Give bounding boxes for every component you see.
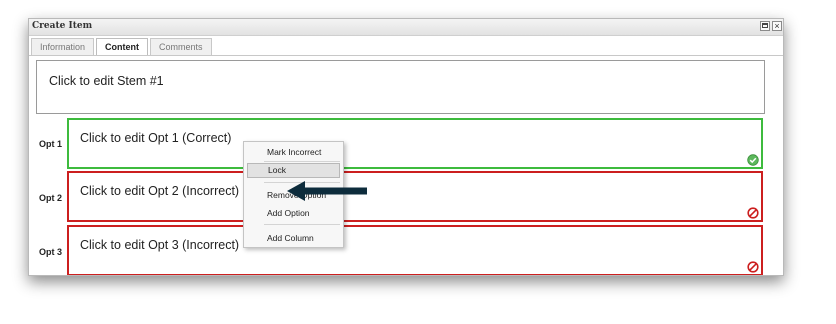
- menu-item-mark-incorrect[interactable]: Mark Incorrect: [247, 145, 340, 160]
- menu-item-lock[interactable]: Lock: [247, 163, 340, 178]
- option-editor-3[interactable]: Click to edit Opt 3 (Incorrect): [67, 225, 763, 275]
- stem-text: Click to edit Stem #1: [49, 74, 164, 88]
- option-label: Opt 1: [39, 139, 63, 149]
- option-editor-1[interactable]: Click to edit Opt 1 (Correct): [67, 118, 763, 169]
- menu-separator: [264, 161, 340, 162]
- option-text: Click to edit Opt 3 (Incorrect): [80, 238, 240, 252]
- option-text: Click to edit Opt 2 (Incorrect): [80, 184, 240, 198]
- option-text: Click to edit Opt 1 (Correct): [80, 131, 232, 145]
- menu-item-add-column[interactable]: Add Column: [247, 231, 340, 246]
- tab-content[interactable]: Content: [96, 38, 149, 56]
- tab-bar: Information Content Comments: [31, 38, 214, 56]
- option-label: Opt 3: [39, 247, 63, 257]
- maximize-icon[interactable]: [760, 21, 770, 31]
- prohibited-icon[interactable]: [747, 261, 759, 273]
- check-circle-icon[interactable]: [747, 154, 759, 166]
- dialog-title: Create Item: [32, 21, 93, 31]
- menu-item-add-option[interactable]: Add Option: [247, 206, 340, 221]
- stem-editor[interactable]: Click to edit Stem #1: [36, 60, 765, 114]
- pointer-arrow-icon: [287, 181, 367, 201]
- prohibited-icon[interactable]: [747, 207, 759, 219]
- close-icon[interactable]: ×: [772, 21, 782, 31]
- tab-divider: [29, 55, 783, 56]
- dialog-titlebar[interactable]: Create Item ×: [29, 19, 783, 36]
- menu-separator: [264, 224, 340, 225]
- option-editor-2[interactable]: Click to edit Opt 2 (Incorrect): [67, 171, 763, 222]
- tab-information[interactable]: Information: [31, 38, 95, 55]
- option-label: Opt 2: [39, 193, 63, 203]
- tab-comments[interactable]: Comments: [150, 38, 212, 55]
- create-item-dialog: Create Item × Information Content Commen…: [28, 18, 784, 276]
